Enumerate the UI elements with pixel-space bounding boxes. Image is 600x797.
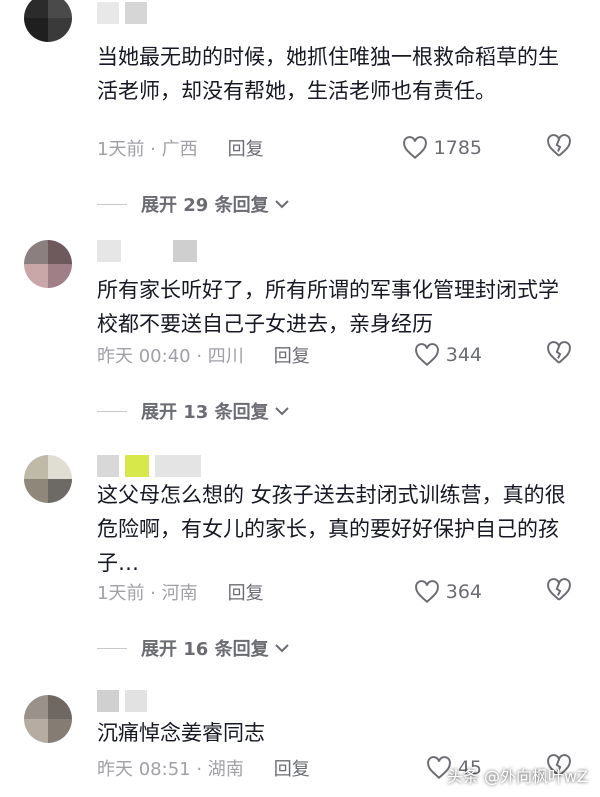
blur-block	[97, 690, 119, 712]
avatar[interactable]	[24, 695, 72, 743]
blur-block	[125, 2, 147, 24]
divider	[97, 647, 127, 649]
expand-label: 展开 16 条回复	[141, 639, 269, 660]
expand-replies-button[interactable]: 展开 13 条回复	[97, 398, 291, 424]
avatar-pixel	[48, 719, 72, 743]
avatar-pixel	[48, 0, 72, 18]
avatar-pixel	[24, 719, 48, 743]
avatar[interactable]	[24, 455, 72, 503]
broken-heart-icon	[547, 341, 571, 364]
comment-text: 所有家长听好了，所有所谓的军事化管理封闭式学校都不要送自己子女进去，亲身经历	[97, 278, 559, 336]
reply-button[interactable]: 回复	[228, 579, 264, 605]
chevron-down-icon	[274, 644, 289, 653]
blur-block	[97, 2, 119, 24]
avatar-pixel	[24, 264, 48, 288]
expand-label: 展开 29 条回复	[141, 195, 269, 216]
avatar-pixel	[24, 479, 48, 503]
dislike-button[interactable]	[546, 134, 572, 162]
avatar-pixel	[48, 264, 72, 288]
dislike-button[interactable]	[546, 578, 572, 606]
blur-gap	[127, 240, 167, 262]
time-location: 昨天 08:51 · 湖南	[97, 759, 244, 780]
expand-label: 展开 13 条回复	[141, 402, 269, 423]
comment-meta: 1天前 · 广西 回复 1785	[97, 133, 576, 163]
username-blurred[interactable]	[97, 240, 197, 262]
like-button[interactable]: 364	[414, 580, 482, 604]
expand-replies-button[interactable]: 展开 16 条回复	[97, 635, 291, 661]
username-blurred[interactable]	[97, 2, 147, 24]
divider	[97, 203, 127, 205]
divider	[97, 410, 127, 412]
blur-block	[97, 455, 119, 477]
avatar-pixel	[48, 695, 72, 719]
avatar-pixel	[48, 479, 72, 503]
like-button[interactable]: 344	[414, 343, 482, 367]
blur-block	[125, 690, 147, 712]
chevron-down-icon	[274, 200, 289, 209]
like-count: 364	[445, 581, 482, 603]
expand-replies-button[interactable]: 展开 29 条回复	[97, 191, 291, 217]
chevron-down-icon	[274, 407, 289, 416]
blur-block	[173, 240, 197, 262]
blur-block	[125, 455, 149, 477]
reply-button[interactable]: 回复	[274, 342, 310, 368]
blur-block	[155, 455, 201, 477]
avatar-pixel	[24, 240, 48, 264]
comment-text: 这父母怎么想的 女孩子送去封闭式训练营，真的很危险啊，有女儿的家长，真的要好好保…	[97, 483, 566, 575]
time-location: 1天前 · 广西	[97, 139, 198, 160]
broken-heart-icon	[547, 134, 571, 157]
avatar-pixel	[24, 18, 48, 42]
watermark: 头条 @外向枫叶wZ	[446, 767, 588, 786]
avatar-pixel	[24, 455, 48, 479]
like-button[interactable]: 1785	[402, 136, 482, 160]
username-blurred[interactable]	[97, 455, 201, 477]
blur-block	[97, 240, 121, 262]
comment-meta: 1天前 · 河南 回复 364	[97, 577, 576, 607]
reply-button[interactable]: 回复	[274, 755, 310, 781]
heart-icon	[402, 136, 427, 160]
avatar-pixel	[48, 240, 72, 264]
avatar-pixel	[24, 695, 48, 719]
avatar-pixel	[48, 455, 72, 479]
time-location: 昨天 00:40 · 四川	[97, 346, 244, 367]
avatar[interactable]	[24, 0, 72, 42]
heart-icon	[414, 580, 439, 604]
comment-meta: 昨天 00:40 · 四川 回复 344	[97, 340, 576, 370]
comment-text: 当她最无助的时候，她抓住唯独一根救命稻草的生活老师，却没有帮她，生活老师也有责任…	[97, 45, 559, 103]
avatar-pixel	[48, 18, 72, 42]
avatar[interactable]	[24, 240, 72, 288]
heart-icon	[414, 343, 439, 367]
reply-button[interactable]: 回复	[228, 135, 264, 161]
dislike-button[interactable]	[546, 341, 572, 369]
time-location: 1天前 · 河南	[97, 583, 198, 604]
comment-text: 沉痛悼念姜睿同志	[97, 721, 265, 745]
broken-heart-icon	[547, 578, 571, 601]
username-blurred[interactable]	[97, 690, 147, 712]
avatar-pixel	[24, 0, 48, 18]
like-count: 344	[445, 344, 482, 366]
like-count: 1785	[433, 137, 482, 159]
